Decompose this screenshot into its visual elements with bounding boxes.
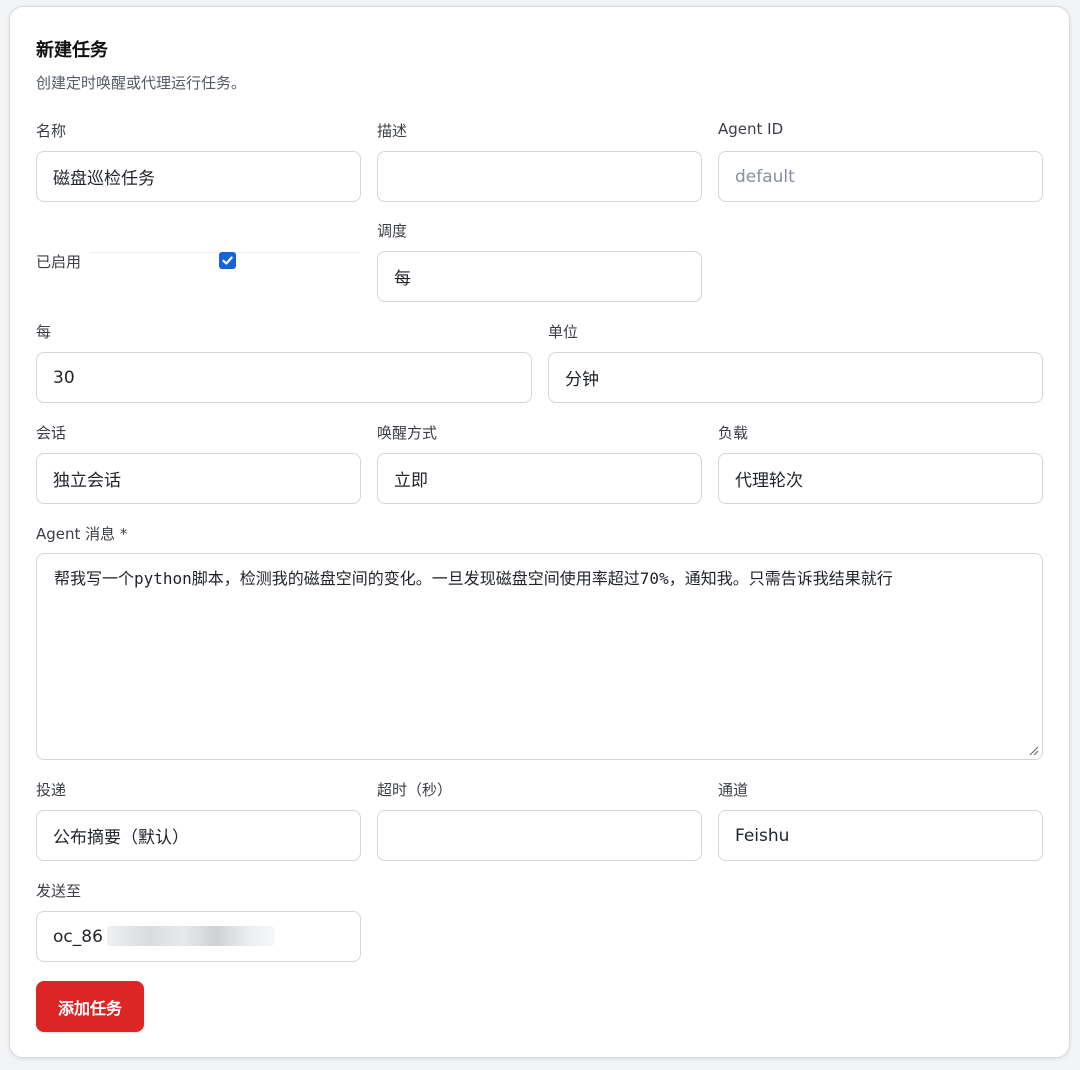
add-task-button[interactable]: 添加任务 [36, 981, 145, 1032]
delivery-label: 投递 [36, 781, 67, 799]
schedule-label: 调度 [377, 222, 408, 240]
session-select[interactable]: 独立会话 [36, 453, 361, 504]
send-to-input[interactable]: oc_86 af2d9d1a [36, 911, 361, 962]
agent-id-label: Agent ID [718, 120, 784, 138]
timeout-label: 超时（秒） [377, 781, 453, 799]
form-title: 新建任务 [36, 40, 108, 61]
agent-message-text: 帮我写一个python脚本，检测我的磁盘空间的变化。一旦发现磁盘空间使用率超过7… [54, 569, 893, 588]
payload-select[interactable]: 代理轮次 [718, 453, 1043, 504]
description-input[interactable] [377, 151, 702, 202]
name-label: 名称 [36, 122, 67, 140]
agent-message-textarea[interactable]: 帮我写一个python脚本，检测我的磁盘空间的变化。一旦发现磁盘空间使用率超过7… [36, 553, 1043, 760]
enabled-label: 已启用 [36, 253, 82, 271]
name-input[interactable]: 磁盘巡检任务 [36, 151, 361, 202]
unit-label: 单位 [548, 323, 579, 341]
channel-label: 通道 [718, 781, 749, 799]
enabled-checkbox[interactable] [219, 252, 236, 269]
agent-id-input[interactable]: default [718, 151, 1043, 202]
schedule-select[interactable]: 每 [377, 251, 702, 302]
checkmark-icon [222, 256, 233, 265]
session-label: 会话 [36, 424, 67, 442]
description-label: 描述 [377, 122, 408, 140]
delivery-select[interactable]: 公布摘要（默认） [36, 810, 361, 861]
every-input[interactable]: 30 [36, 352, 532, 403]
timeout-input[interactable] [377, 810, 702, 861]
wake-mode-label: 唤醒方式 [377, 424, 438, 442]
new-task-card: 新建任务 创建定时唤醒或代理运行任务。 名称 磁盘巡检任务 描述 Agent I… [9, 6, 1070, 1058]
channel-select[interactable]: Feishu [718, 810, 1043, 861]
send-to-value-start: oc_86 [53, 926, 103, 947]
resize-handle-icon[interactable] [1027, 744, 1039, 756]
form-subtitle: 创建定时唤醒或代理运行任务。 [36, 74, 247, 92]
send-to-label: 发送至 [36, 882, 82, 900]
every-label: 每 [36, 323, 52, 341]
agent-message-label: Agent 消息 * [36, 525, 128, 543]
unit-select[interactable]: 分钟 [548, 352, 1043, 403]
redacted-blur [107, 926, 275, 946]
payload-label: 负载 [718, 424, 749, 442]
wake-mode-select[interactable]: 立即 [377, 453, 702, 504]
